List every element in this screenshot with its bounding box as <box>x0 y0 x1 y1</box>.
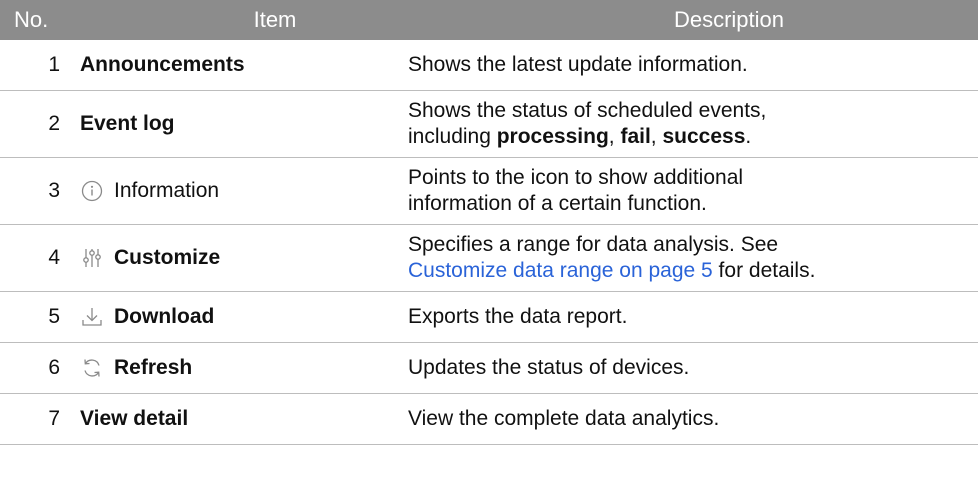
row-number: 2 <box>48 112 60 135</box>
description-text: . <box>745 125 752 148</box>
row-item-event-log: Event log <box>80 112 175 135</box>
refresh-icon <box>80 356 104 380</box>
table-row: 5 Download Exports the data report. <box>0 292 978 343</box>
row-item-customize: Customize <box>72 246 398 270</box>
description-text: for details. <box>712 259 816 282</box>
description-line: Points to the icon to show additional <box>408 166 744 189</box>
row-number: 7 <box>48 407 60 430</box>
description-text: , <box>650 125 663 148</box>
item-label: Customize <box>114 246 221 269</box>
row-number: 6 <box>48 356 60 379</box>
row-item-announcements: Announcements <box>80 53 245 76</box>
row-description: Updates the status of devices. <box>408 356 690 379</box>
header-no: No. <box>14 7 49 32</box>
row-number: 5 <box>48 305 60 328</box>
row-description: Exports the data report. <box>408 305 628 328</box>
table-row: 2 Event log Shows the status of schedule… <box>0 91 978 158</box>
row-description: View the complete data analytics. <box>408 407 720 430</box>
row-item-view-detail: View detail <box>80 407 189 430</box>
description-line: Customize data range on page 5 for detai… <box>408 258 978 284</box>
table-row: 1 Announcements Shows the latest update … <box>0 40 978 91</box>
header-description: Description <box>673 7 785 32</box>
row-description: Specifies a range for data analysis. See… <box>398 232 978 284</box>
description-line: Shows the status of scheduled events, <box>408 99 767 122</box>
row-number: 4 <box>48 246 60 269</box>
table-header: No. Item Description <box>0 0 978 40</box>
row-number: 1 <box>48 53 60 76</box>
item-label: Information <box>114 179 220 202</box>
row-item-download: Download <box>72 305 398 329</box>
download-icon <box>80 305 104 329</box>
info-icon <box>80 179 104 203</box>
description-line: Specifies a range for data analysis. See <box>408 233 779 256</box>
items-table: No. Item Description 1 Announcements Sho… <box>0 0 978 445</box>
description-text: including <box>408 125 497 148</box>
table-row: 7 View detail View the complete data ana… <box>0 394 978 445</box>
sliders-icon <box>80 246 104 270</box>
status-fail: fail <box>620 125 651 148</box>
table-row: 4 Customize Specifies a range for data a… <box>0 225 978 292</box>
item-label: Download <box>114 305 215 328</box>
customize-data-range-link[interactable]: Customize data range on page 5 <box>408 259 713 282</box>
item-label: Refresh <box>114 356 193 379</box>
row-item-refresh: Refresh <box>72 356 398 380</box>
row-description: Shows the latest update information. <box>408 53 748 76</box>
status-success: success <box>662 125 746 148</box>
table-row: 3 Information Points to the icon to show… <box>0 158 978 225</box>
table-row: 6 Refresh Updates the status of devices. <box>0 343 978 394</box>
header-item: Item <box>253 7 297 32</box>
row-description: Points to the icon to show additional in… <box>398 165 978 217</box>
row-number: 3 <box>48 179 60 202</box>
description-line: including processing, fail, success. <box>408 124 978 150</box>
row-description: Shows the status of scheduled events, in… <box>398 98 978 150</box>
description-text: , <box>608 125 621 148</box>
status-processing: processing <box>496 125 609 148</box>
row-item-information: Information <box>72 179 398 203</box>
description-line: information of a certain function. <box>408 192 707 215</box>
